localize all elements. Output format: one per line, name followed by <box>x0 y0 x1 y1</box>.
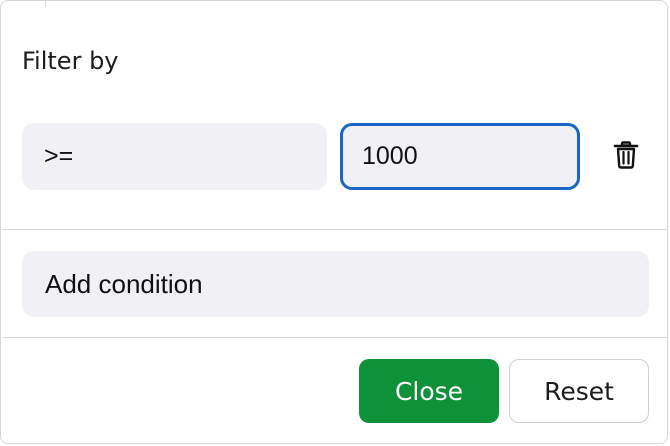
add-condition-button[interactable]: Add condition <box>22 251 649 317</box>
operator-select[interactable]: >= <box>22 123 327 190</box>
section-divider <box>2 229 668 230</box>
reset-button-label: Reset <box>544 376 614 406</box>
footer-divider <box>2 337 668 338</box>
filter-title: Filter by <box>22 47 119 75</box>
close-button-label: Close <box>394 376 464 406</box>
filter-panel: Filter by >= Add condition Close Reset <box>0 0 668 444</box>
trash-icon[interactable] <box>613 141 639 169</box>
panel-edge-mark <box>45 0 46 7</box>
close-button[interactable]: Close <box>359 359 499 423</box>
filter-value-input[interactable] <box>340 123 580 190</box>
operator-value: >= <box>44 142 74 170</box>
add-condition-label: Add condition <box>45 268 203 299</box>
reset-button[interactable]: Reset <box>509 359 649 423</box>
